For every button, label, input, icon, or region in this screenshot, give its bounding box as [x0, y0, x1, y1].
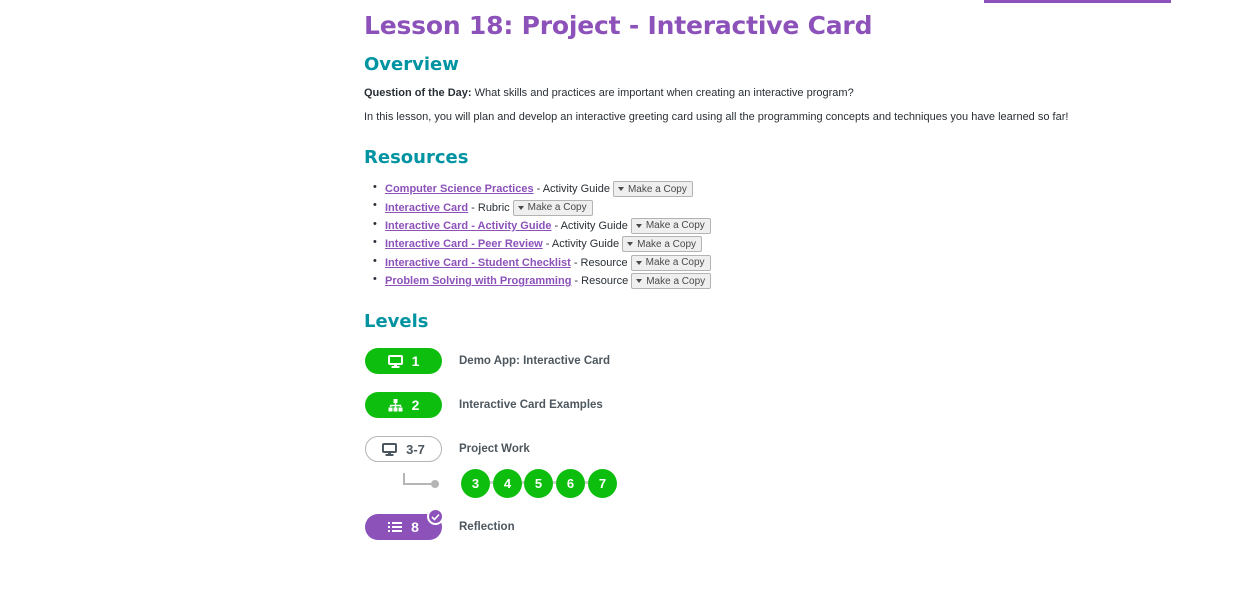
desktop-icon	[382, 442, 398, 456]
resource-item: Interactive Card - Student Checklist - R…	[373, 254, 711, 272]
make-a-copy-button[interactable]: Make a Copy	[612, 181, 693, 198]
overview-heading: Overview	[364, 54, 459, 75]
caret-down-icon	[636, 279, 643, 284]
resource-link[interactable]: Problem Solving with Programming	[385, 275, 571, 287]
level-1-name[interactable]: Demo App: Interactive Card	[459, 355, 610, 367]
desktop-icon	[387, 354, 403, 368]
lesson-description: In this lesson, you will plan and develo…	[364, 111, 1069, 123]
level-number: 3-7	[406, 441, 425, 457]
question-of-the-day: Question of the Day: What skills and pra…	[364, 87, 854, 99]
resource-link[interactable]: Interactive Card - Activity Guide	[385, 220, 551, 232]
resource-item: Problem Solving with Programming - Resou…	[373, 272, 712, 290]
sublevel-bubble[interactable]: 6	[556, 469, 585, 498]
caret-down-icon	[627, 242, 634, 247]
resources-heading: Resources	[364, 147, 469, 168]
caret-down-icon	[517, 205, 524, 210]
resource-type: - Rubric	[471, 201, 510, 214]
resource-item: Interactive Card - Rubric Make a Copy	[373, 198, 711, 216]
lesson-title: Lesson 18: Project - Interactive Card	[364, 11, 873, 40]
resource-link[interactable]: Interactive Card - Student Checklist	[385, 257, 571, 269]
resource-type: - Activity Guide	[554, 219, 628, 232]
level-3-7-name[interactable]: Project Work	[459, 443, 530, 455]
caret-down-icon	[617, 187, 624, 192]
resource-item: Interactive Card - Activity Guide - Acti…	[373, 217, 711, 235]
resource-link[interactable]: Interactive Card	[385, 202, 468, 214]
make-a-copy-label: Make a Copy	[627, 183, 687, 195]
resource-type: - Resource	[574, 275, 629, 288]
level-number: 1	[411, 353, 420, 369]
make-a-copy-button[interactable]: Make a Copy	[622, 236, 703, 253]
make-a-copy-label: Make a Copy	[645, 220, 705, 232]
resource-item: Interactive Card - Peer Review - Activit…	[373, 235, 711, 253]
make-a-copy-label: Make a Copy	[645, 257, 705, 269]
make-a-copy-button[interactable]: Make a Copy	[630, 217, 711, 234]
caret-down-icon	[635, 260, 642, 265]
level-number: 2	[411, 397, 420, 413]
sitemap-icon	[388, 398, 403, 411]
level-1-button[interactable]: 1	[365, 348, 442, 374]
resource-type: - Activity Guide	[536, 183, 610, 196]
resource-item: Computer Science Practices - Activity Gu…	[373, 180, 711, 198]
level-8-button[interactable]: 8	[365, 508, 444, 540]
sublevel-connector	[403, 473, 431, 485]
question-of-the-day-text: What skills and practices are important …	[471, 87, 854, 99]
sublevel-bubble[interactable]: 5	[524, 469, 553, 498]
resource-link[interactable]: Interactive Card - Peer Review	[385, 238, 543, 250]
level-number: 8	[411, 519, 419, 535]
resource-type: - Resource	[573, 256, 628, 269]
question-of-the-day-label: Question of the Day:	[364, 87, 472, 99]
make-a-copy-button[interactable]: Make a Copy	[512, 199, 593, 216]
resources-list: Computer Science Practices - Activity Gu…	[364, 180, 712, 290]
resource-type: - Activity Guide	[545, 238, 620, 251]
sublevel-bubble[interactable]: 3	[461, 469, 490, 498]
level-3-7-button[interactable]: 3-7	[365, 436, 442, 462]
caret-down-icon	[635, 223, 642, 228]
make-a-copy-label: Make a Copy	[637, 238, 697, 250]
sublevel-bubble[interactable]: 7	[588, 469, 617, 498]
completed-check-icon	[427, 508, 444, 525]
sublevel-connector-dot	[431, 480, 439, 488]
make-a-copy-button[interactable]: Make a Copy	[631, 273, 712, 290]
make-a-copy-button[interactable]: Make a Copy	[630, 254, 711, 271]
make-a-copy-label: Make a Copy	[527, 202, 587, 214]
levels-heading: Levels	[364, 311, 429, 332]
level-2-button[interactable]: 2	[365, 392, 442, 418]
resource-link[interactable]: Computer Science Practices	[385, 183, 534, 195]
header-accent-bar	[984, 0, 1171, 3]
level-8-name[interactable]: Reflection	[459, 521, 515, 533]
sublevel-bubble[interactable]: 4	[493, 469, 522, 498]
level-2-name[interactable]: Interactive Card Examples	[459, 399, 603, 411]
make-a-copy-label: Make a Copy	[646, 275, 706, 287]
list-icon	[388, 522, 403, 532]
